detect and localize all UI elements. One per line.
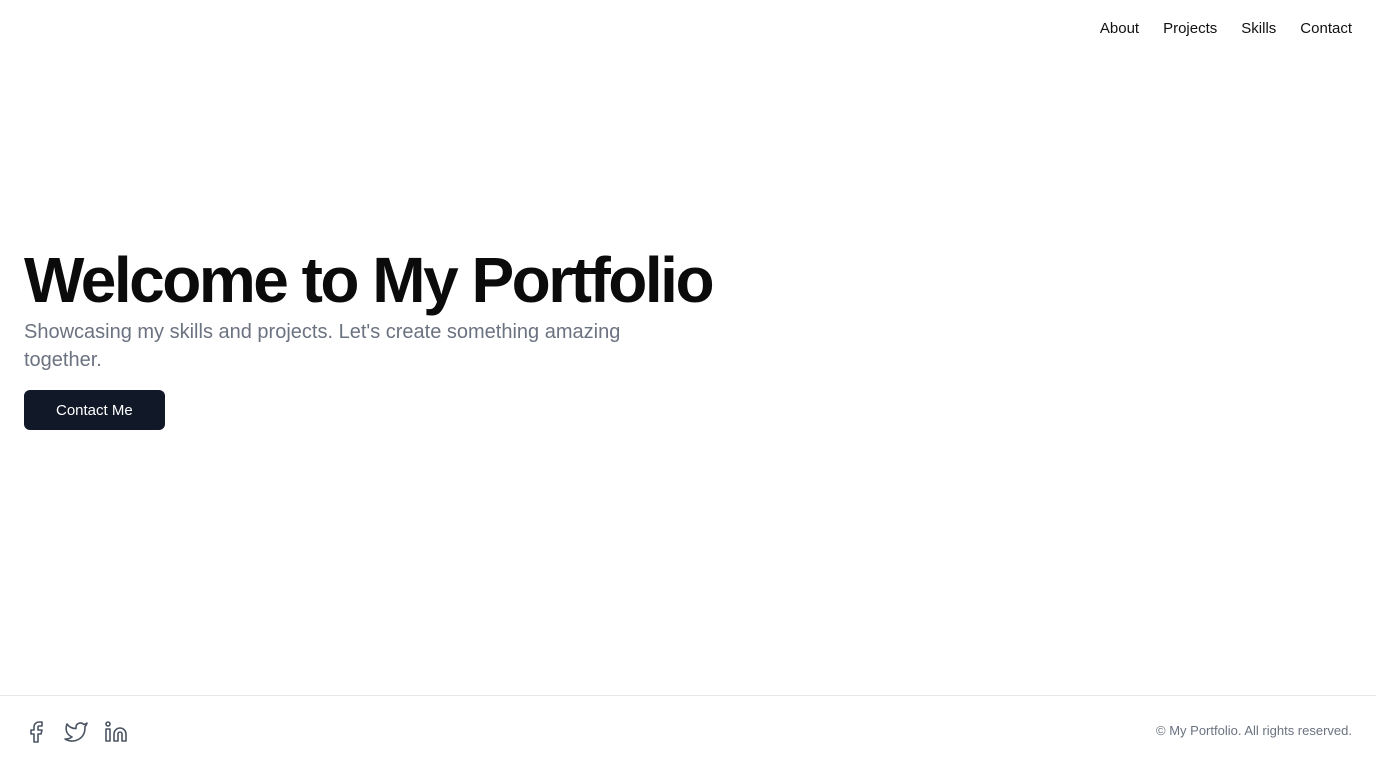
hero-section: Welcome to My Portfolio Showcasing my sk… <box>24 246 1224 430</box>
copyright-text: © My Portfolio. All rights reserved. <box>1156 723 1352 738</box>
hero-title: Welcome to My Portfolio <box>24 244 715 316</box>
twitter-icon[interactable] <box>64 720 88 744</box>
hero-subtitle: Showcasing my skills and projects. Let's… <box>24 321 621 371</box>
portfolio-page: About Projects Skills Contact Welcome to… <box>0 0 1376 768</box>
contact-me-button[interactable]: Contact Me <box>24 390 165 430</box>
top-navigation: About Projects Skills Contact <box>1100 0 1352 56</box>
footer: © My Portfolio. All rights reserved. <box>0 695 1376 768</box>
nav-link-contact[interactable]: Contact <box>1300 20 1352 37</box>
social-links <box>24 720 128 744</box>
nav-link-skills[interactable]: Skills <box>1241 20 1276 37</box>
nav-link-about[interactable]: About <box>1100 20 1139 37</box>
facebook-icon[interactable] <box>24 720 48 744</box>
nav-link-projects[interactable]: Projects <box>1163 20 1217 37</box>
linkedin-icon[interactable] <box>104 720 128 744</box>
